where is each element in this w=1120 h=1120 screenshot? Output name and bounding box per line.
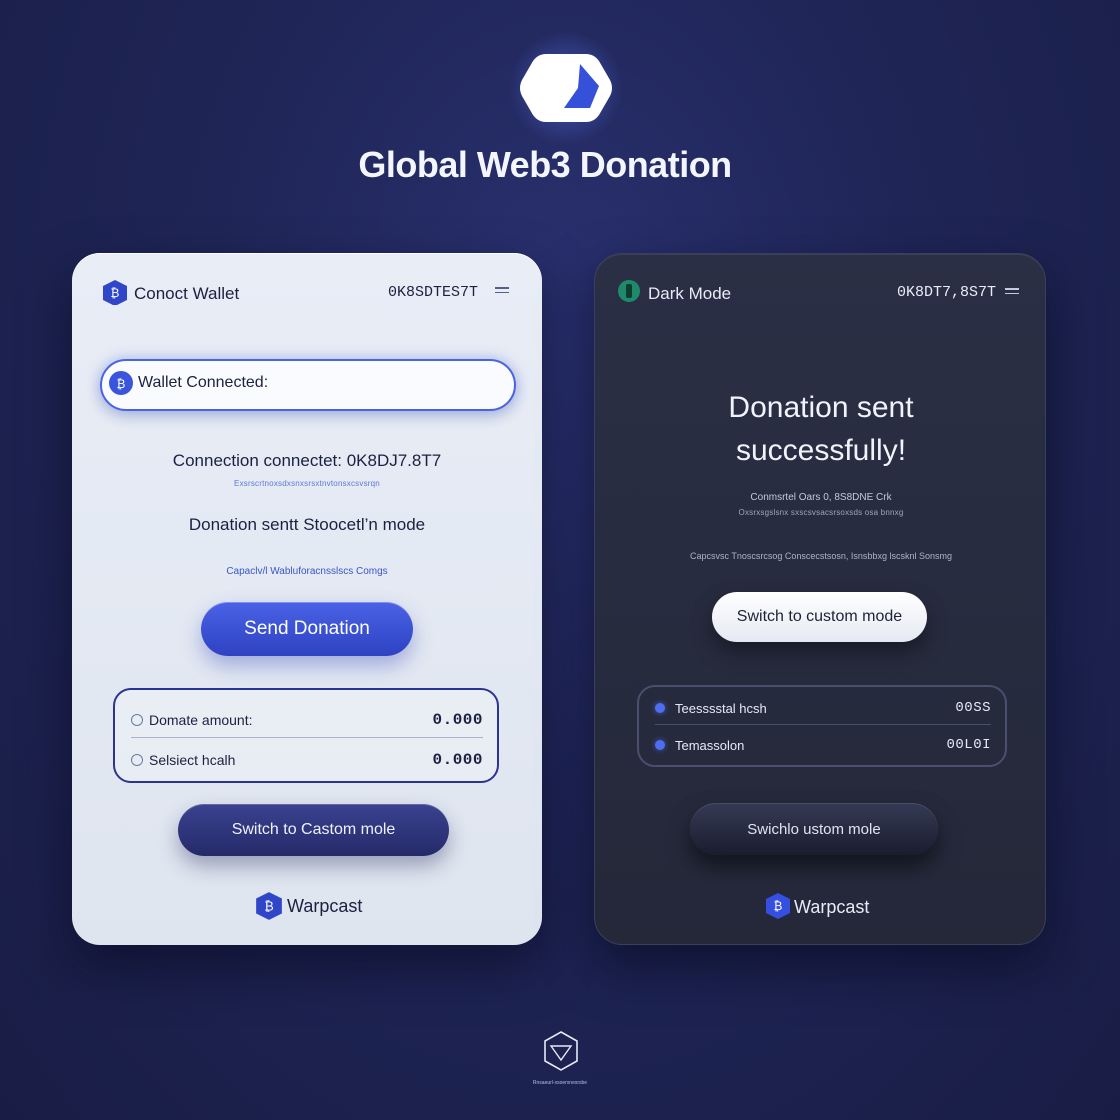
row-divider xyxy=(131,737,483,738)
mode-subtext: Capaclv/l Wabluforacnsslscs Comgs xyxy=(226,566,388,577)
wallet-status-icon: ₿ xyxy=(108,370,134,401)
wallet-badge-icon: ₿ xyxy=(102,279,128,310)
row-label: Selsiect hcalh xyxy=(149,752,236,768)
success-small-text: Oxsrxsgslsnx sxscsvsacsrsoxsds osa bnnxg xyxy=(738,508,904,517)
status-dot-icon xyxy=(655,703,665,713)
app-title: Global Web3 Donation xyxy=(358,144,732,185)
svg-text:₿: ₿ xyxy=(774,899,783,913)
svg-text:₿: ₿ xyxy=(111,286,120,300)
row-value: 00L0I xyxy=(946,737,991,753)
row-value: 00SS xyxy=(955,700,991,716)
bottom-caption: Rnsaeurl-xsoerxnesrsbe xyxy=(532,1080,588,1086)
header-title: Conoct Wallet xyxy=(134,284,240,303)
transaction-row[interactable]: Temassolon 00L0I xyxy=(655,725,991,765)
success-headline-2: successfully! xyxy=(735,434,907,467)
footer-brand[interactable]: Warpcast xyxy=(794,897,869,918)
row-value: 0.000 xyxy=(432,711,483,729)
select-hash-row[interactable]: Selsiect hcalh 0.000 xyxy=(131,740,483,780)
switch-custom-mode-button[interactable]: Switch to Castom mole xyxy=(178,804,449,856)
menu-icon[interactable] xyxy=(495,287,509,297)
wallet-address: 0K8DT7,8S7T xyxy=(897,284,997,301)
dark-mode-icon xyxy=(617,278,641,309)
light-wallet-card: ₿ Conoct Wallet 0K8SDTES7T ₿ Wallet Conn… xyxy=(72,253,542,945)
svg-text:₿: ₿ xyxy=(264,898,274,913)
wallet-connected-label: Wallet Connected: xyxy=(138,374,269,391)
radio-icon[interactable] xyxy=(131,754,143,766)
dark-mode-card: Dark Mode 0K8DT7,8S7T Donation sent succ… xyxy=(594,253,1046,945)
header-title: Dark Mode xyxy=(648,284,732,303)
row-label: Temassolon xyxy=(675,737,745,753)
bottom-emblem-icon xyxy=(541,1030,581,1074)
warpcast-logo-icon: ₿ xyxy=(765,892,791,925)
success-headline: Donation sent xyxy=(728,391,914,424)
donation-details-box: Domate amount: 0.000 Selsiect hcalh 0.00… xyxy=(113,688,499,783)
status-dot-icon xyxy=(655,740,665,750)
send-donation-button[interactable]: Send Donation xyxy=(201,602,413,656)
mode-text: Capcsvsc Tnoscsrcsog Conscecstsosn, Isns… xyxy=(690,551,952,561)
radio-icon[interactable] xyxy=(131,714,143,726)
donate-amount-row[interactable]: Domate amount: 0.000 xyxy=(131,700,483,740)
wallet-address: 0K8SDTES7T xyxy=(388,284,479,301)
switch-custom-mode-button-bottom[interactable]: Swichlo ustom mole xyxy=(690,803,938,855)
switch-custom-mode-button-top[interactable]: Switch to custom mode xyxy=(712,592,927,642)
donation-status-text: Donation sentt Stoocetl’n mode xyxy=(188,515,426,534)
transaction-details-box: Teesssstal hcsh 00SS Temassolon 00L0I xyxy=(637,685,1007,767)
success-subtext: Conmsrtel Oars 0, 8S8DNE Crk xyxy=(750,492,892,503)
svg-text:₿: ₿ xyxy=(117,377,126,391)
footer-brand[interactable]: Warpcast xyxy=(287,896,362,917)
row-value: 0.000 xyxy=(432,751,483,769)
menu-icon[interactable] xyxy=(1005,288,1019,298)
row-label: Teesssstal hcsh xyxy=(675,700,767,716)
wallet-connected-pill: ₿ Wallet Connected: xyxy=(100,359,516,411)
row-label: Domate amount: xyxy=(149,712,253,728)
warpcast-logo-icon: ₿ xyxy=(255,891,283,926)
connection-text: Connection connectet: 0K8DJ7.8T7 xyxy=(172,451,442,470)
app-logo-icon xyxy=(500,30,632,146)
transaction-hash-row[interactable]: Teesssstal hcsh 00SS xyxy=(655,688,991,728)
connection-subtext: Exsrscrtnoxsdxsnxsrsxtnvtonsxcsvsrqn xyxy=(234,479,380,488)
